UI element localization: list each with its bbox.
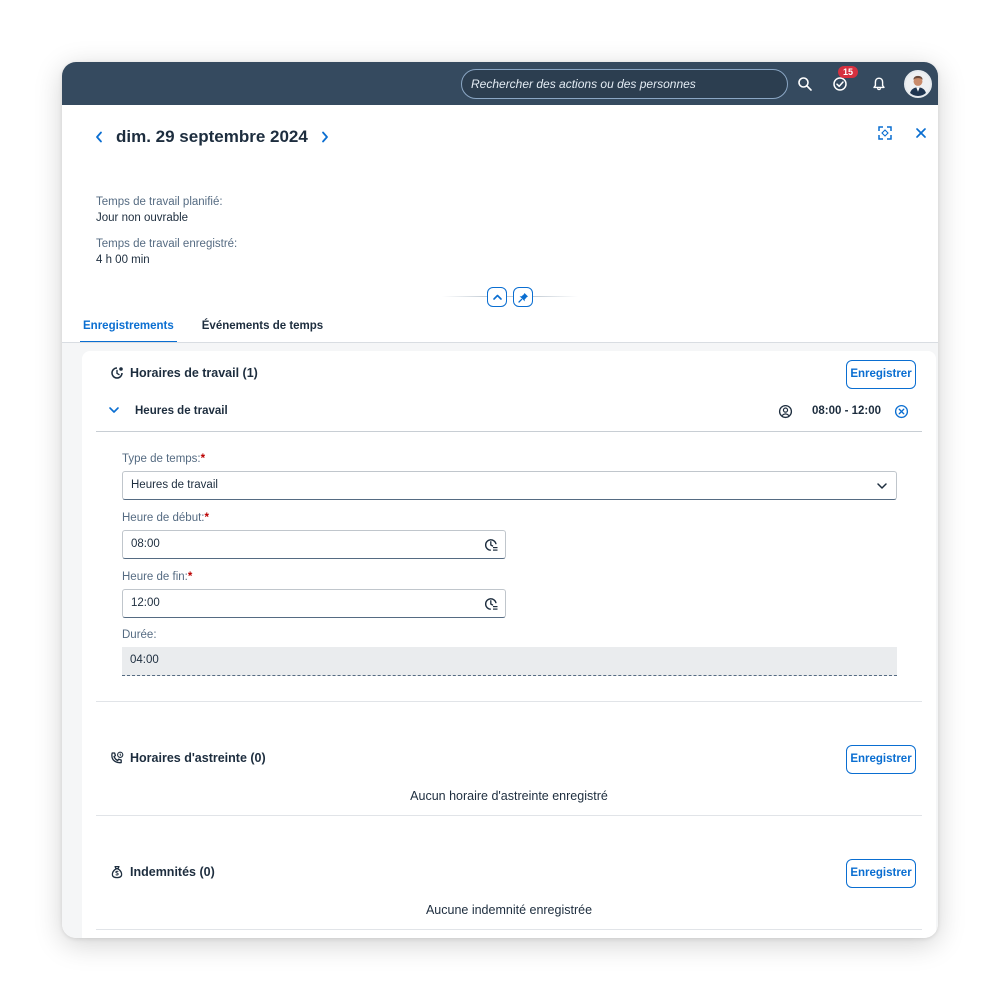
tab-bar: Enregistrements Événements de temps [80, 316, 348, 343]
close-icon[interactable] [910, 122, 932, 144]
section-divider [96, 929, 922, 930]
search-input[interactable]: Rechercher des actions ou des personnes [461, 69, 788, 99]
records-card [82, 351, 936, 938]
on-call-save-button[interactable]: Enregistrer [846, 745, 916, 774]
allowances-title: Indemnités (0) [110, 865, 215, 879]
work-entry-label[interactable]: Heures de travail [135, 405, 228, 417]
section-divider [96, 815, 922, 816]
notification-badge: 15 [838, 66, 858, 78]
duration-label: Durée: [122, 629, 157, 641]
planned-time-value: Jour non ouvrable [96, 212, 189, 224]
collapse-header-button[interactable] [487, 287, 507, 307]
avatar[interactable] [904, 70, 932, 98]
duration-field: 04:00 [122, 647, 897, 676]
user-icon [778, 404, 794, 420]
section-divider [96, 701, 922, 702]
app-window: Rechercher des actions ou des personnes … [62, 62, 938, 938]
recorded-time-value: 4 h 00 min [96, 254, 150, 266]
next-day-button[interactable] [316, 126, 334, 148]
tab-evenements-de-temps[interactable]: Événements de temps [199, 316, 326, 343]
page-title: dim. 29 septembre 2024 [116, 127, 308, 146]
money-bag-icon [111, 866, 123, 879]
start-time-input[interactable]: 08:00 [122, 530, 506, 559]
shell-bar: Rechercher des actions ou des personnes … [62, 62, 938, 105]
phone-clock-icon [111, 751, 124, 764]
on-call-empty-text: Aucun horaire d'astreinte enregistré [410, 789, 608, 803]
bell-icon[interactable] [867, 72, 891, 96]
header-divider [442, 296, 578, 297]
work-hours-icon [111, 367, 123, 379]
on-call-title: Horaires d'astreinte (0) [110, 751, 266, 765]
work-entry-range: 08:00 - 12:00 [812, 405, 882, 417]
allowances-title-text: Indemnités (0) [130, 865, 215, 879]
end-time-input[interactable]: 12:00 [122, 589, 506, 618]
time-type-value: Heures de travail [131, 479, 218, 491]
time-type-select[interactable]: Heures de travail [122, 471, 897, 500]
pin-header-button[interactable] [513, 287, 533, 307]
work-hours-title: Horaires de travail (1) [110, 366, 258, 380]
work-hours-save-button[interactable]: Enregistrer [846, 360, 916, 389]
fullscreen-icon[interactable] [874, 122, 896, 144]
start-time-value: 08:00 [131, 538, 160, 550]
on-call-title-text: Horaires d'astreinte (0) [130, 751, 266, 765]
end-time-value: 12:00 [131, 597, 160, 609]
start-time-label: Heure de début:* [122, 512, 209, 524]
date-navigation: dim. 29 septembre 2024 [90, 124, 334, 150]
chevron-down-icon[interactable] [107, 403, 121, 417]
time-picker-icon[interactable] [483, 537, 499, 553]
allowances-empty-text: Aucune indemnité enregistrée [425, 903, 593, 917]
chevron-down-icon[interactable] [874, 478, 890, 494]
duration-value: 04:00 [130, 654, 159, 666]
time-picker-icon[interactable] [483, 596, 499, 612]
end-time-label: Heure de fin:* [122, 571, 193, 583]
allowances-save-button[interactable]: Enregistrer [846, 859, 916, 888]
planned-time-label: Temps de travail planifié: [96, 196, 223, 208]
previous-day-button[interactable] [90, 126, 108, 148]
time-type-label: Type de temps:* [122, 453, 206, 465]
work-hours-title-text: Horaires de travail (1) [130, 366, 258, 380]
search-icon[interactable] [793, 72, 817, 96]
entry-divider [96, 431, 922, 432]
tab-enregistrements[interactable]: Enregistrements [80, 316, 177, 343]
delete-entry-icon[interactable] [894, 404, 910, 420]
recorded-time-label: Temps de travail enregistré: [96, 238, 238, 250]
